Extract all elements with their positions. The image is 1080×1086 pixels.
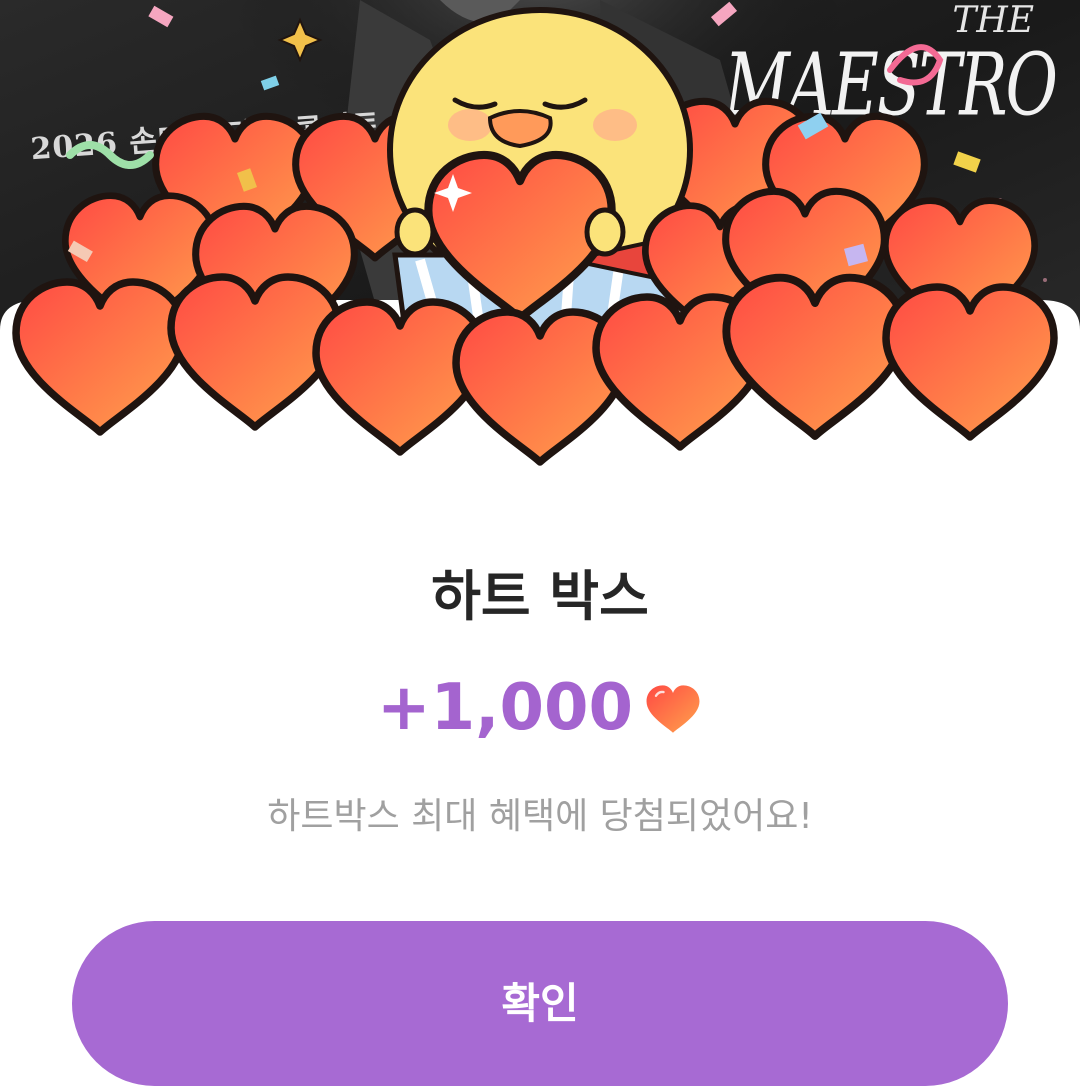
reward-row: +1,000 xyxy=(0,668,1080,748)
heart-box-illustration xyxy=(0,1,1080,470)
heart-icon xyxy=(646,685,700,733)
reward-amount: +1,000 xyxy=(376,671,634,745)
popup-title: 하트 박스 xyxy=(431,565,649,628)
confirm-button-label: 확인 xyxy=(501,980,579,1027)
confirm-button[interactable]: 확인 xyxy=(72,921,1008,1086)
reward-message: 하트박스 최대 혜택에 당첨되었어요! xyxy=(267,796,813,837)
reward-banner: THE MAESTRO 2026 손태진 단독 콘서트 xyxy=(0,0,1080,470)
